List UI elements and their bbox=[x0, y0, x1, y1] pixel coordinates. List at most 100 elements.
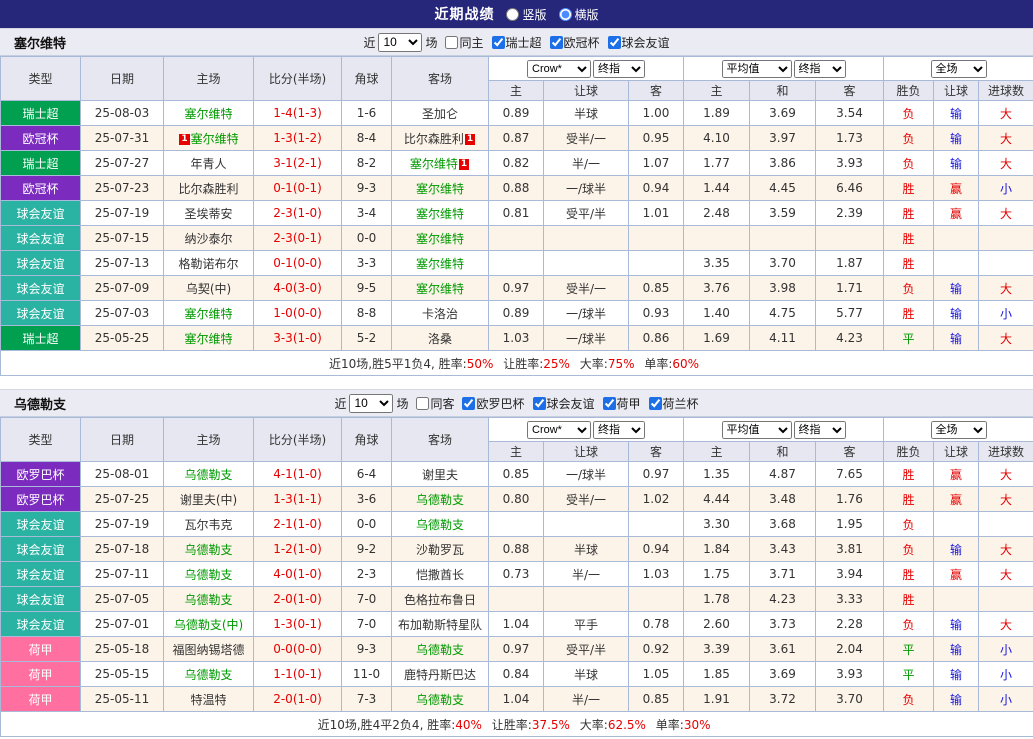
home-team-name[interactable]: 特温特 bbox=[190, 693, 226, 707]
score-cell[interactable]: 0-0(0-0) bbox=[253, 636, 342, 662]
league-checkbox-1-input[interactable] bbox=[532, 396, 546, 410]
odds2-stage-select[interactable]: 终指 bbox=[793, 420, 846, 439]
league-checkbox-3[interactable]: 荷兰杯 bbox=[648, 395, 699, 412]
home-team-name[interactable]: 纳沙泰尔 bbox=[184, 232, 232, 246]
score-cell[interactable]: 4-0(1-0) bbox=[253, 561, 342, 587]
away-team-name[interactable]: 鹿特丹斯巴达 bbox=[404, 668, 476, 682]
odds2-dropdown-cell: 平均值 终指 bbox=[683, 56, 885, 81]
away-team-name[interactable]: 塞尔维特 bbox=[416, 207, 464, 221]
same-venue-checkbox-input[interactable] bbox=[445, 35, 459, 49]
league-checkbox-2-input[interactable] bbox=[602, 396, 616, 410]
home-team-name[interactable]: 圣埃蒂安 bbox=[184, 207, 232, 221]
layout-vertical-option[interactable]: 竖版 bbox=[506, 6, 547, 23]
score-cell[interactable]: 1-1(0-1) bbox=[253, 661, 342, 687]
away-team-name[interactable]: 比尔森胜利 bbox=[404, 132, 464, 146]
away-team-name[interactable]: 塞尔维特 bbox=[416, 182, 464, 196]
home-team-name[interactable]: 比尔森胜利 bbox=[178, 182, 238, 196]
home-team-name[interactable]: 乌德勒支 bbox=[184, 668, 232, 682]
score-cell[interactable]: 0-1(0-1) bbox=[253, 175, 342, 201]
home-team-name[interactable]: 乌德勒支 bbox=[184, 543, 232, 557]
league-checkbox-1[interactable]: 欧冠杯 bbox=[549, 34, 600, 51]
average-odds-select[interactable]: 平均值 bbox=[721, 59, 792, 78]
same-venue-checkbox-input[interactable] bbox=[416, 396, 430, 410]
league-checkbox-3-input[interactable] bbox=[648, 396, 662, 410]
away-team-name[interactable]: 洛桑 bbox=[428, 332, 452, 346]
away-team-name[interactable]: 乌德勒支 bbox=[416, 493, 464, 507]
home-team-name[interactable]: 谢里夫(中) bbox=[180, 493, 237, 507]
score-cell[interactable]: 2-0(1-0) bbox=[253, 586, 342, 612]
score-cell[interactable]: 4-1(1-0) bbox=[253, 461, 342, 487]
layout-horizontal-radio[interactable] bbox=[558, 7, 572, 21]
league-checkbox-2[interactable]: 荷甲 bbox=[602, 395, 641, 412]
score-cell[interactable]: 1-3(1-1) bbox=[253, 486, 342, 512]
score-cell[interactable]: 2-0(1-0) bbox=[253, 686, 342, 712]
score-cell[interactable]: 0-1(0-0) bbox=[253, 250, 342, 276]
layout-horizontal-option[interactable]: 横版 bbox=[558, 6, 599, 23]
score-cell[interactable]: 2-1(1-0) bbox=[253, 511, 342, 537]
bookmaker-select[interactable]: Crow* bbox=[527, 59, 591, 78]
home-team-name[interactable]: 乌德勒支 bbox=[184, 568, 232, 582]
away-team-name[interactable]: 塞尔维特 bbox=[416, 282, 464, 296]
home-team-name[interactable]: 乌德勒支(中) bbox=[174, 618, 243, 632]
league-checkbox-1-input[interactable] bbox=[549, 35, 563, 49]
home-team-name[interactable]: 年青人 bbox=[190, 157, 226, 171]
away-team-name[interactable]: 恺撒酋长 bbox=[416, 568, 464, 582]
score-cell[interactable]: 2-3(0-1) bbox=[253, 225, 342, 251]
league-checkbox-0-input[interactable] bbox=[491, 35, 505, 49]
handicap-odds-cell: 0.94 bbox=[627, 536, 685, 562]
odds1-stage-select[interactable]: 终指 bbox=[593, 420, 645, 439]
away-team-name[interactable]: 乌德勒支 bbox=[416, 643, 464, 657]
league-checkbox-2[interactable]: 球会友谊 bbox=[607, 34, 670, 51]
away-team-name[interactable]: 塞尔维特 bbox=[416, 257, 464, 271]
league-checkbox-0[interactable]: 瑞士超 bbox=[491, 34, 542, 51]
score-cell[interactable]: 4-0(3-0) bbox=[253, 275, 342, 301]
home-team-name[interactable]: 塞尔维特 bbox=[184, 107, 232, 121]
fulltime-select[interactable]: 全场 bbox=[930, 59, 987, 78]
odds2-stage-select[interactable]: 终指 bbox=[793, 59, 846, 78]
away-team-name[interactable]: 乌德勒支 bbox=[416, 518, 464, 532]
away-team-name[interactable]: 乌德勒支 bbox=[416, 693, 464, 707]
away-team-name[interactable]: 沙勒罗瓦 bbox=[416, 543, 464, 557]
odds1-stage-select[interactable]: 终指 bbox=[593, 59, 645, 78]
score-cell[interactable]: 1-3(0-1) bbox=[253, 611, 342, 637]
score-cell[interactable]: 3-3(1-0) bbox=[253, 325, 342, 351]
away-team-name[interactable]: 色格拉布鲁日 bbox=[404, 593, 476, 607]
score-cell[interactable]: 1-4(1-3) bbox=[253, 100, 342, 126]
league-checkbox-0[interactable]: 欧罗巴杯 bbox=[462, 395, 525, 412]
league-checkbox-2-input[interactable] bbox=[607, 35, 621, 49]
home-team-name[interactable]: 乌德勒支 bbox=[184, 468, 232, 482]
home-team-name[interactable]: 乌契(中) bbox=[186, 282, 231, 296]
home-team-name[interactable]: 塞尔维特 bbox=[184, 332, 232, 346]
away-team-name[interactable]: 圣加仑 bbox=[422, 107, 458, 121]
away-team-name[interactable]: 塞尔维特 bbox=[416, 232, 464, 246]
fulltime-select[interactable]: 全场 bbox=[930, 420, 987, 439]
away-team-name[interactable]: 布加勒斯特星队 bbox=[398, 618, 482, 632]
away-team-name[interactable]: 谢里夫 bbox=[422, 468, 458, 482]
result-cell: 平 bbox=[883, 636, 935, 662]
home-team-name[interactable]: 瓦尔韦克 bbox=[184, 518, 232, 532]
away-team-name[interactable]: 塞尔维特 bbox=[410, 157, 458, 171]
home-team-name[interactable]: 福图纳锡塔德 bbox=[172, 643, 244, 657]
summary-stat-value: 25% bbox=[543, 356, 570, 371]
score-cell[interactable]: 3-1(2-1) bbox=[253, 150, 342, 176]
average-odds-select[interactable]: 平均值 bbox=[721, 420, 792, 439]
same-venue-checkbox[interactable]: 同客 bbox=[416, 395, 454, 412]
home-team-cell: 特温特 bbox=[163, 686, 254, 712]
score-cell[interactable]: 1-0(0-0) bbox=[253, 300, 342, 326]
recent-count-select[interactable]: 10 bbox=[349, 393, 394, 413]
away-team-name[interactable]: 卡洛治 bbox=[422, 307, 458, 321]
recent-count-select[interactable]: 10 bbox=[378, 32, 423, 52]
result-cell: 胜 bbox=[883, 225, 935, 251]
score-cell[interactable]: 1-3(1-2) bbox=[253, 125, 342, 151]
bookmaker-select[interactable]: Crow* bbox=[527, 420, 591, 439]
score-cell[interactable]: 1-2(1-0) bbox=[253, 536, 342, 562]
home-team-name[interactable]: 格勒诺布尔 bbox=[178, 257, 238, 271]
home-team-name[interactable]: 塞尔维特 bbox=[191, 132, 239, 146]
league-checkbox-0-input[interactable] bbox=[462, 396, 476, 410]
score-cell[interactable]: 2-3(1-0) bbox=[253, 200, 342, 226]
same-venue-checkbox[interactable]: 同主 bbox=[445, 34, 484, 51]
layout-vertical-radio[interactable] bbox=[506, 7, 520, 21]
league-checkbox-1[interactable]: 球会友谊 bbox=[532, 395, 595, 412]
home-team-name[interactable]: 乌德勒支 bbox=[184, 593, 232, 607]
home-team-name[interactable]: 塞尔维特 bbox=[184, 307, 232, 321]
